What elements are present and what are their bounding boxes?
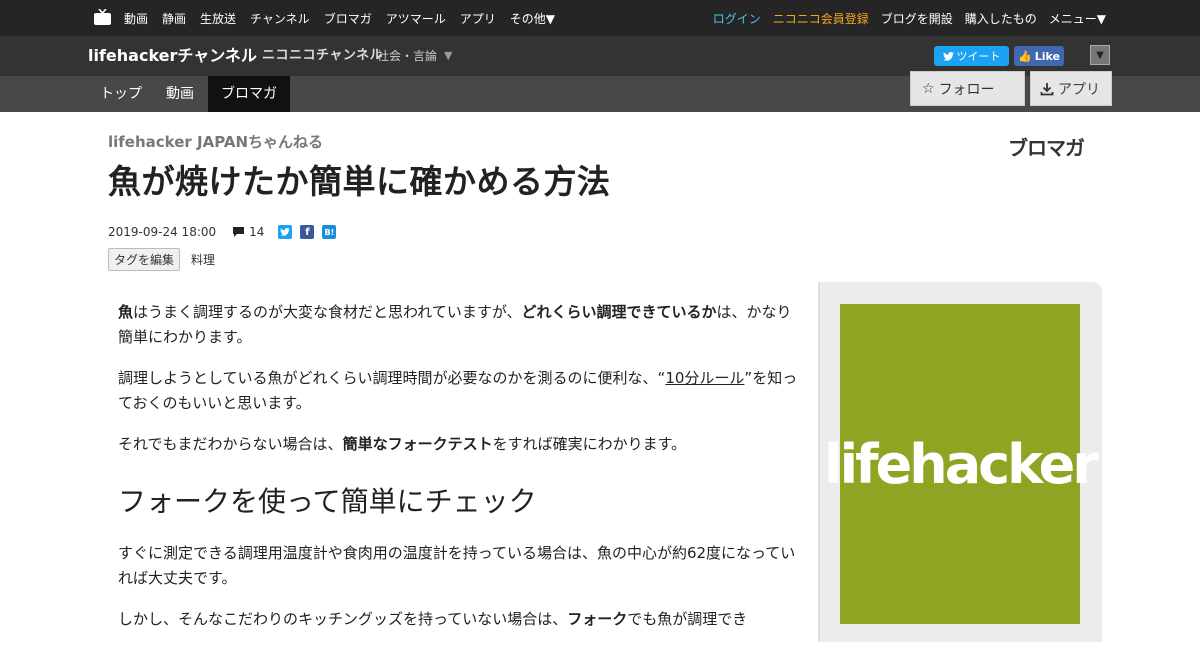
paragraph: 魚はうまく調理するのが大変な食材だと思われていますが、どれくらい調理できているか… <box>118 303 792 346</box>
purchased-link[interactable]: 購入したもの <box>965 10 1037 27</box>
star-icon: ☆ <box>922 80 935 97</box>
nav-blomaga[interactable]: ブロマガ <box>324 10 372 27</box>
lifehacker-logo[interactable]: lifehacker <box>824 304 1099 624</box>
open-blog-link[interactable]: ブログを開設 <box>881 10 953 27</box>
channel-name[interactable]: lifehackerチャンネル <box>88 36 257 76</box>
twitter-bird-icon <box>942 51 954 61</box>
facebook-like-button[interactable]: 👍 Like <box>1014 46 1064 66</box>
paragraph: それでもまだわからない場合は、簡単なフォークテストをすれば確実にわかります。 <box>118 435 687 453</box>
share-twitter-icon[interactable] <box>278 225 293 239</box>
menu-link[interactable]: メニュー▼ <box>1049 10 1106 27</box>
tab-video[interactable]: 動画 <box>154 76 206 112</box>
section-heading: フォークを使って簡単にチェック <box>118 485 537 518</box>
share-hatena-icon[interactable]: B! <box>322 225 337 239</box>
account-nav: ログイン ニコニコ会員登録 ブログを開設 購入したもの メニュー▼ <box>713 0 1106 36</box>
tweet-label: ツイート <box>956 50 1001 63</box>
paragraph: 調理しようとしている魚がどれくらい調理時間が必要なのかを測るのに便利な、“10分… <box>118 369 798 412</box>
nav-live[interactable]: 生放送 <box>200 10 236 27</box>
tweet-button[interactable]: ツイート <box>934 46 1009 66</box>
nav-video[interactable]: 動画 <box>124 10 148 27</box>
comment-bubble-icon <box>233 227 245 237</box>
tag-item[interactable]: 料理 <box>191 251 215 268</box>
paragraph: すぐに測定できる調理用温度計や食肉用の温度計を持っている場合は、魚の中心が約62… <box>118 544 796 587</box>
ten-minute-rule-link[interactable]: 10分ルール <box>665 369 744 387</box>
nav-channel[interactable]: チャンネル <box>250 10 310 27</box>
channel-category[interactable]: 社会・言論 <box>377 36 437 76</box>
article-body: 魚はうまく調理するのが大変な食材だと思われていますが、どれくらい調理できているか… <box>118 300 798 648</box>
channel-subtitle: lifehacker JAPANちゃんねる <box>108 133 324 151</box>
category-caret-icon[interactable]: ▼ <box>444 36 452 76</box>
tab-top[interactable]: トップ <box>88 76 154 112</box>
paragraph: しかし、そんなこだわりのキッチングッズを持っていない場合は、フォークでも魚が調理… <box>118 610 748 628</box>
login-link[interactable]: ログイン <box>713 10 761 27</box>
thumbs-up-icon: 👍 <box>1018 49 1032 63</box>
follow-button[interactable]: ☆ フォロー <box>910 71 1025 106</box>
tab-blomaga[interactable]: ブロマガ <box>208 76 290 112</box>
nav-atsumaru[interactable]: アツマール <box>386 10 446 27</box>
article-title: 魚が焼けたか簡単に確かめる方法 <box>108 162 611 201</box>
share-facebook-icon[interactable]: f <box>300 225 315 239</box>
publish-date: 2019-09-24 18:00 <box>108 225 217 239</box>
like-label: Like <box>1034 49 1060 63</box>
download-icon <box>1040 82 1054 95</box>
blomaga-logo: ブロマガ <box>1008 136 1085 160</box>
app-button[interactable]: アプリ <box>1030 71 1112 106</box>
nav-app[interactable]: アプリ <box>460 10 496 27</box>
nav-seiga[interactable]: 静画 <box>162 10 186 27</box>
follow-label: フォロー <box>938 81 995 98</box>
tag-area: タグを編集 料理 <box>108 248 215 271</box>
niconico-channel-logo[interactable]: ニコニコチャンネル <box>262 36 383 76</box>
nav-more[interactable]: その他▼ <box>510 10 555 27</box>
niconico-tv-icon[interactable] <box>94 9 111 25</box>
global-nav: 動画 静画 生放送 チャンネル ブロマガ アツマール アプリ その他▼ <box>124 0 555 36</box>
article-meta: 2019-09-24 18:00 14 f B! <box>108 223 344 241</box>
register-link[interactable]: ニコニコ会員登録 <box>773 10 869 27</box>
comment-count[interactable]: 14 <box>232 225 264 239</box>
edit-tags-button[interactable]: タグを編集 <box>108 248 181 271</box>
channel-dropdown-button[interactable]: ▼ <box>1090 45 1110 65</box>
app-label: アプリ <box>1058 81 1100 98</box>
global-header: 動画 静画 生放送 チャンネル ブロマガ アツマール アプリ その他▼ ログイン… <box>0 0 1200 36</box>
